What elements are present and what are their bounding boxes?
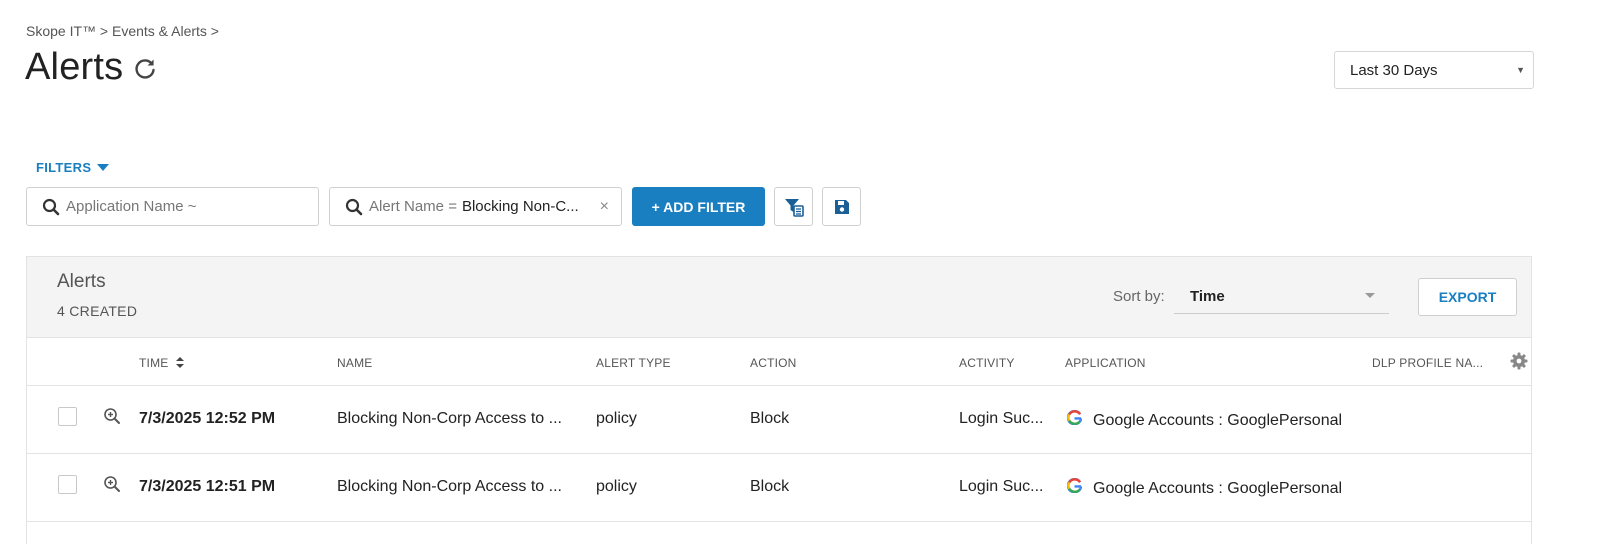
sort-select-value: Time: [1190, 287, 1225, 305]
sort-select[interactable]: Time: [1174, 279, 1389, 314]
close-icon[interactable]: ×: [600, 198, 609, 216]
cell-action: Block: [750, 410, 790, 427]
cell-application: Google Accounts : GooglePersonal: [1067, 410, 1342, 430]
row-checkbox[interactable]: [58, 475, 77, 494]
gear-icon[interactable]: [1510, 352, 1528, 370]
page-header: Alerts: [25, 46, 159, 89]
save-icon: [834, 199, 849, 214]
cell-activity: Login Suc...: [959, 410, 1044, 427]
cell-activity: Login Suc...: [959, 478, 1044, 495]
column-header-label: TIME: [139, 356, 169, 370]
alerts-panel-header: Alerts 4 CREATED Sort by: Time EXPORT: [27, 257, 1531, 338]
filter-list-icon: [784, 198, 804, 217]
breadcrumb[interactable]: Skope IT™ > Events & Alerts >: [26, 23, 219, 39]
refresh-icon[interactable]: [131, 54, 159, 82]
alert-name-filter-label: Alert Name =: [369, 198, 457, 215]
filters-toggle[interactable]: FILTERS: [36, 160, 110, 175]
cell-action: Block: [750, 478, 790, 495]
alerts-count: 4 CREATED: [57, 303, 138, 319]
column-header-activity[interactable]: ACTIVITY: [959, 356, 1015, 370]
caret-down-icon: [97, 164, 110, 171]
chevron-down-icon: [1365, 293, 1375, 298]
column-header-application[interactable]: APPLICATION: [1065, 356, 1146, 370]
cell-application: Google Accounts : GooglePersonal: [1067, 478, 1342, 498]
filters-toggle-label: FILTERS: [36, 160, 92, 175]
zoom-in-icon[interactable]: [103, 407, 121, 425]
table-header: TIME NAME ALERT TYPE ACTION ACTIVITY APP…: [27, 338, 1531, 386]
cell-name: Blocking Non-Corp Access to ...: [337, 410, 562, 427]
row-checkbox[interactable]: [58, 407, 77, 426]
application-name-filter[interactable]: Application Name ~: [26, 187, 319, 226]
alert-name-filter-value: Blocking Non-C...: [461, 198, 579, 215]
column-header-action[interactable]: ACTION: [750, 356, 797, 370]
cell-name: Blocking Non-Corp Access to ...: [337, 478, 562, 495]
alert-name-filter[interactable]: Alert Name = Blocking Non-C... ×: [329, 187, 622, 226]
google-g-icon: [1067, 478, 1082, 493]
column-header-time[interactable]: TIME: [139, 356, 185, 370]
cell-time: 7/3/2025 12:51 PM: [139, 478, 276, 495]
application-name-filter-placeholder: Application Name ~: [66, 198, 197, 215]
cell-application-label: Google Accounts : GooglePersonal: [1093, 412, 1343, 429]
cell-application-label: Google Accounts : GooglePersonal: [1093, 480, 1343, 497]
alerts-panel: Alerts 4 CREATED Sort by: Time EXPORT TI…: [26, 256, 1532, 544]
date-range-value: Last 30 Days: [1350, 61, 1438, 79]
google-g-icon: [1067, 410, 1082, 425]
search-icon: [42, 198, 60, 215]
sort-label: Sort by:: [1113, 288, 1165, 305]
table-row[interactable]: 7/3/2025 12:51 PM Blocking Non-Corp Acce…: [27, 454, 1531, 522]
date-range-select[interactable]: Last 30 Days ▼: [1334, 51, 1534, 89]
export-button[interactable]: EXPORT: [1418, 278, 1517, 316]
sort-icon: [176, 357, 185, 368]
page-title: Alerts: [25, 46, 124, 88]
cell-alert-type: policy: [596, 478, 637, 495]
search-icon: [345, 198, 363, 215]
cell-time: 7/3/2025 12:52 PM: [139, 410, 276, 427]
zoom-in-icon[interactable]: [103, 475, 121, 493]
table-row[interactable]: 7/3/2025 12:52 PM Blocking Non-Corp Acce…: [27, 386, 1531, 454]
save-filter-button[interactable]: [822, 187, 861, 226]
column-header-alert-type[interactable]: ALERT TYPE: [596, 356, 671, 370]
panel-title: Alerts: [57, 271, 106, 292]
chevron-down-icon: ▼: [1516, 65, 1525, 75]
column-header-name[interactable]: NAME: [337, 356, 372, 370]
add-filter-button[interactable]: + ADD FILTER: [632, 187, 765, 226]
column-header-dlp-profile[interactable]: DLP PROFILE NA...: [1372, 356, 1483, 370]
filter-list-button[interactable]: [774, 187, 813, 226]
cell-alert-type: policy: [596, 410, 637, 427]
